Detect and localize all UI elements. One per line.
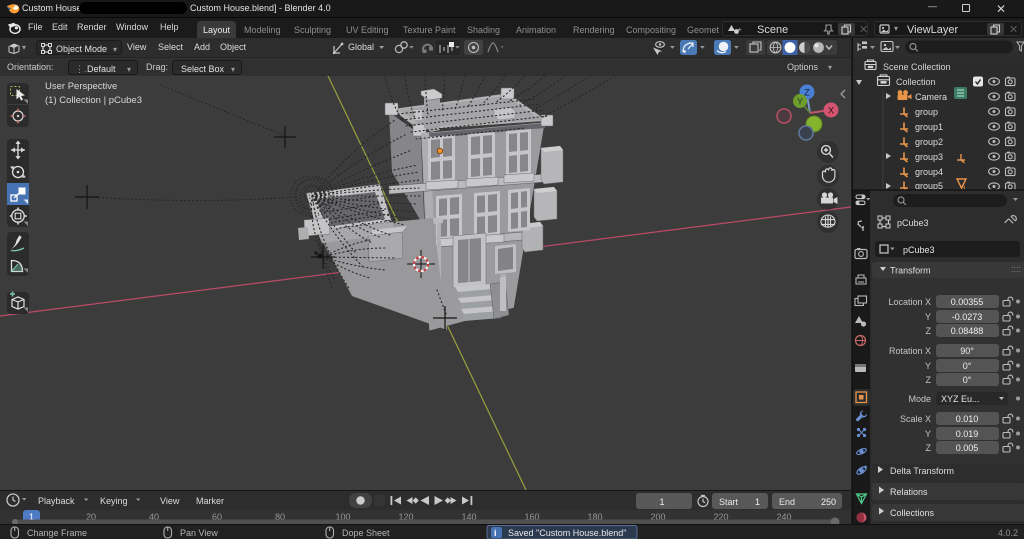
svg-text:Playback: Playback (38, 496, 75, 506)
svg-text:0.010: 0.010 (956, 414, 979, 424)
svg-text:Location X: Location X (888, 297, 931, 307)
svg-text:Z: Z (926, 375, 932, 385)
svg-text:Marker: Marker (196, 496, 224, 506)
svg-text:0.005: 0.005 (956, 443, 979, 453)
svg-text:View: View (160, 496, 180, 506)
svg-text:Start: Start (719, 497, 739, 507)
svg-text:XYZ Eu...: XYZ Eu... (941, 394, 980, 404)
svg-text:Z: Z (926, 443, 932, 453)
svg-text:90°: 90° (960, 346, 974, 356)
svg-text:Collection: Collection (896, 77, 936, 87)
svg-text:0.00355: 0.00355 (951, 297, 984, 307)
svg-text:Z: Z (804, 88, 810, 98)
svg-text:0°: 0° (963, 375, 972, 385)
svg-text:Pan View: Pan View (180, 528, 218, 538)
svg-text:-0.0273: -0.0273 (952, 312, 983, 322)
svg-text:i: i (494, 528, 497, 538)
svg-text:Scale X: Scale X (900, 414, 931, 424)
svg-text:Change Frame: Change Frame (27, 528, 87, 538)
svg-text:group4: group4 (915, 167, 943, 177)
svg-text:Delta Transform: Delta Transform (890, 466, 954, 476)
svg-text:Mode: Mode (908, 394, 931, 404)
svg-text:group2: group2 (915, 137, 943, 147)
svg-text:Y: Y (925, 312, 931, 322)
svg-text:::::: :::: (1011, 264, 1021, 274)
svg-text:4.0.2: 4.0.2 (998, 528, 1018, 538)
svg-text:group1: group1 (915, 122, 943, 132)
svg-text:1: 1 (755, 497, 760, 507)
svg-text:pCube3: pCube3 (897, 218, 929, 228)
svg-text:group: group (915, 107, 938, 117)
svg-text:0.08488: 0.08488 (951, 326, 984, 336)
svg-text:Transform: Transform (890, 266, 931, 276)
svg-text:Scene Collection: Scene Collection (883, 62, 951, 72)
svg-text:Collections: Collections (890, 508, 935, 518)
svg-text:Y: Y (925, 361, 931, 371)
svg-text:0.019: 0.019 (956, 429, 979, 439)
svg-text:group3: group3 (915, 152, 943, 162)
svg-text:Y: Y (925, 429, 931, 439)
svg-text:X: X (828, 106, 834, 116)
svg-text:Y: Y (797, 97, 803, 107)
svg-text:Rotation X: Rotation X (889, 346, 931, 356)
svg-text:0°: 0° (963, 361, 972, 371)
svg-text:Camera: Camera (915, 92, 947, 102)
svg-text:End: End (779, 497, 795, 507)
svg-text:Saved "Custom House.blend": Saved "Custom House.blend" (508, 528, 626, 538)
svg-text:Z: Z (926, 326, 932, 336)
svg-text:1: 1 (659, 497, 664, 507)
svg-text:pCube3: pCube3 (903, 245, 935, 255)
svg-text:Keying: Keying (100, 496, 128, 506)
svg-text:Dope Sheet: Dope Sheet (342, 528, 390, 538)
svg-text:Relations: Relations (890, 487, 928, 497)
svg-text:250: 250 (821, 497, 836, 507)
